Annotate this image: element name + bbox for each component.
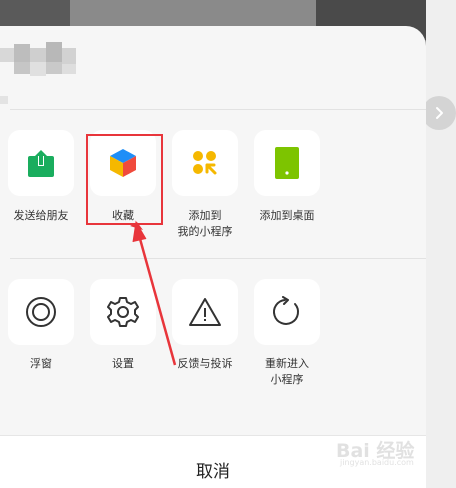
watermark: Bai 经验 jingyan.baidu.com [336, 434, 432, 470]
watermark-url: jingyan.baidu.com [340, 458, 414, 467]
annotation-arrow [130, 220, 177, 366]
